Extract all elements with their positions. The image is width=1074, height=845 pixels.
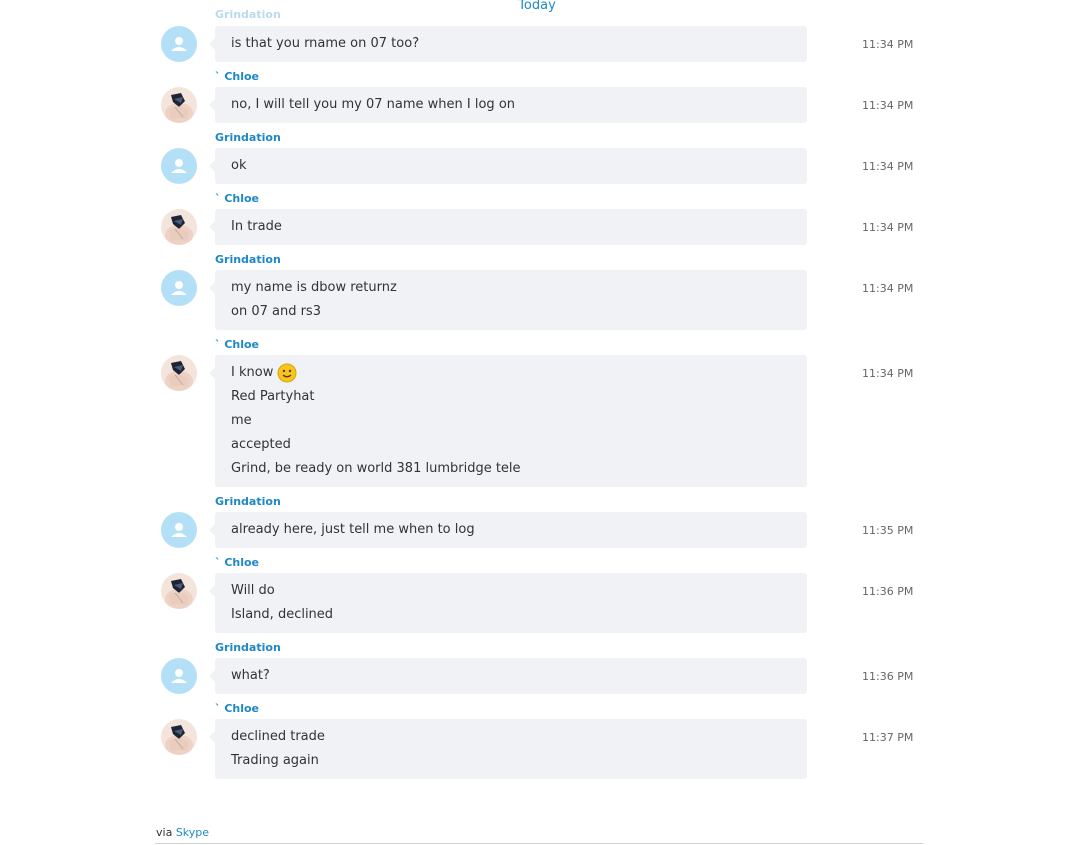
message-timestamp: 11:35 PM (862, 524, 914, 537)
avatar-photo[interactable] (161, 209, 197, 245)
message-text: ok (231, 154, 791, 178)
via-footer: via Skype (156, 826, 209, 840)
message-bubble[interactable]: no, I will tell you my 07 name when I lo… (209, 87, 807, 123)
avatar-default-icon[interactable] (161, 658, 197, 694)
sender-name[interactable]: ` Chloe (215, 192, 259, 206)
message-timestamp: 11:34 PM (862, 282, 914, 295)
message-timestamp: 11:34 PM (862, 38, 914, 51)
avatar-photo[interactable] (161, 355, 197, 391)
message-bubble[interactable]: already here, just tell me when to log (209, 512, 807, 548)
message-line: on 07 and rs3 (231, 304, 321, 319)
message-text: Will do (231, 579, 791, 603)
message-bubble[interactable]: In trade (209, 209, 807, 245)
message-line: accepted (231, 437, 291, 452)
avatar-photo[interactable] (161, 719, 197, 755)
sender-name[interactable]: ` Chloe (215, 70, 259, 84)
message-line: ok (231, 158, 247, 173)
sender-name[interactable]: ` Chloe (215, 338, 259, 352)
message-timestamp: 11:34 PM (862, 99, 914, 112)
sender-name[interactable]: Grindation (215, 641, 281, 655)
message-text: on 07 and rs3 (231, 300, 791, 324)
sender-name[interactable]: Grindation (215, 9, 281, 21)
message-line: Island, declined (231, 607, 334, 622)
message-text: already here, just tell me when to log (231, 518, 791, 542)
avatar-default-icon[interactable] (161, 148, 197, 184)
message-line: already here, just tell me when to log (231, 522, 475, 537)
message-text: Island, declined (231, 603, 791, 627)
message-line: is that you rname on 07 too? (231, 36, 420, 51)
message-line: Will do (231, 583, 275, 598)
message-line: me (231, 413, 252, 428)
message-text: my name is dbow returnz (231, 276, 791, 300)
message-bubble[interactable]: Will do Island, declined (209, 573, 807, 633)
message-bubble[interactable]: declined trade Trading again (209, 719, 807, 779)
avatar-photo[interactable] (161, 87, 197, 123)
message-text: Trading again (231, 749, 791, 773)
avatar-default-icon[interactable] (161, 26, 197, 62)
message-bubble[interactable]: is that you rname on 07 too? (209, 26, 807, 62)
message-timestamp: 11:36 PM (862, 585, 914, 598)
message-text: Red Partyhat (231, 385, 791, 409)
message-line: Trading again (231, 753, 319, 768)
message-line: no, I will tell you my 07 name when I lo… (231, 97, 516, 112)
message-text: is that you rname on 07 too? (231, 32, 791, 56)
message-bubble[interactable]: my name is dbow returnz on 07 and rs3 (209, 270, 807, 330)
sender-name[interactable]: ` Chloe (215, 556, 259, 570)
message-text: accepted (231, 433, 791, 457)
message-timestamp: 11:34 PM (862, 221, 914, 234)
message-timestamp: 11:36 PM (862, 670, 914, 683)
message-line: what? (231, 668, 270, 683)
message-text: I know (231, 361, 791, 385)
message-line: I know (231, 365, 274, 380)
message-timestamp: 11:34 PM (862, 367, 914, 380)
message-line: declined trade (231, 729, 325, 744)
avatar-photo[interactable] (161, 573, 197, 609)
message-bubble[interactable]: ok (209, 148, 807, 184)
message-timestamp: 11:34 PM (862, 160, 914, 173)
via-label: via (156, 826, 176, 839)
avatar-default-icon[interactable] (161, 512, 197, 548)
date-separator: Today (518, 0, 556, 13)
message-text: declined trade (231, 725, 791, 749)
sender-name[interactable]: ` Chloe (215, 702, 259, 716)
sender-name[interactable]: Grindation (215, 253, 281, 267)
message-line: Red Partyhat (231, 389, 315, 404)
sender-name[interactable]: Grindation (215, 131, 281, 145)
message-bubble[interactable]: I know Red Partyhat me accepted Grind, be re… (209, 355, 807, 487)
message-line: Grind, be ready on world 381 lumbridge t… (231, 461, 521, 476)
message-text: Grind, be ready on world 381 lumbridge t… (231, 457, 791, 481)
message-bubble[interactable]: what? (209, 658, 807, 694)
message-line: In trade (231, 219, 282, 234)
message-text: what? (231, 664, 791, 688)
avatar-default-icon[interactable] (161, 270, 197, 306)
message-line: my name is dbow returnz (231, 280, 397, 295)
smile-emoticon-icon[interactable] (277, 363, 297, 383)
sender-name[interactable]: Grindation (215, 495, 281, 509)
message-timestamp: 11:37 PM (862, 731, 914, 744)
message-text: In trade (231, 215, 791, 239)
message-text: me (231, 409, 791, 433)
message-text: no, I will tell you my 07 name when I lo… (231, 93, 791, 117)
skype-link[interactable]: Skype (176, 826, 209, 839)
divider (155, 843, 923, 844)
